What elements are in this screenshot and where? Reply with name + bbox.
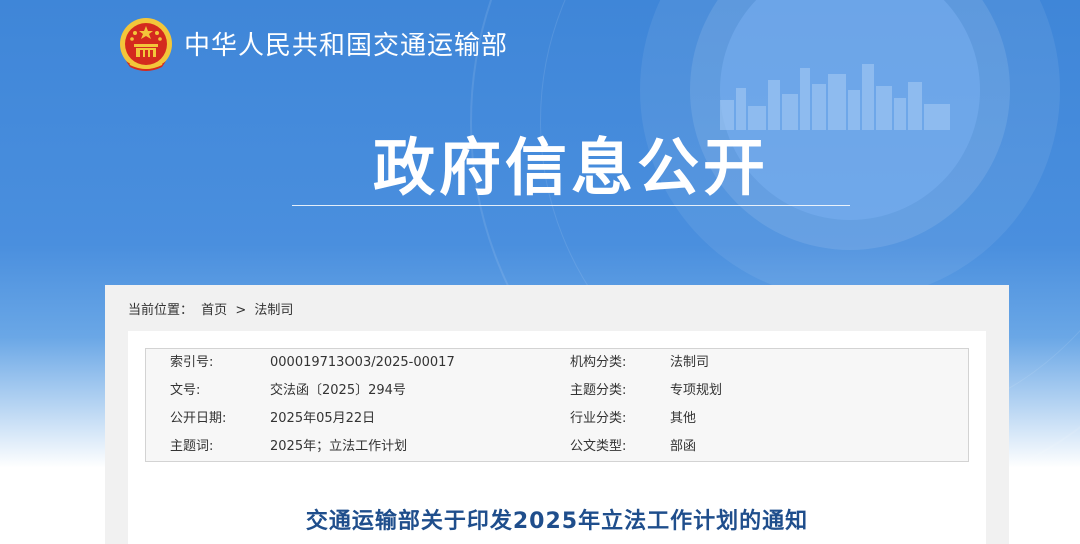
metadata-key: 文号:	[170, 383, 201, 398]
metadata-value: 其他	[670, 411, 697, 426]
breadcrumb-prefix: 当前位置：	[128, 303, 194, 318]
metadata-row: 文号: 交法函〔2025〕294号 主题分类: 专项规划	[146, 377, 968, 405]
article-panel: 索引号: 000019713O03/2025-00017 机构分类: 法制司 文…	[128, 331, 986, 544]
metadata-row: 公开日期: 2025年05月22日 行业分类: 其他	[146, 405, 968, 433]
metadata-value: 法制司	[670, 355, 710, 370]
city-skyline-graphic	[720, 64, 950, 130]
metadata-value: 专项规划	[670, 383, 723, 398]
metadata-table: 索引号: 000019713O03/2025-00017 机构分类: 法制司 文…	[145, 348, 969, 462]
metadata-key: 公文类型:	[570, 439, 627, 454]
metadata-value: 2025年05月22日	[270, 411, 376, 426]
metadata-value: 部函	[670, 439, 697, 454]
title-divider	[292, 205, 850, 206]
metadata-key: 主题词:	[170, 439, 214, 454]
national-emblem-icon	[120, 18, 172, 71]
metadata-key: 行业分类:	[570, 411, 627, 426]
org-name[interactable]: 中华人民共和国交通运输部	[184, 26, 508, 66]
metadata-key: 索引号:	[170, 355, 214, 370]
document-title: 交通运输部关于印发2025年立法工作计划的通知	[305, 509, 809, 534]
breadcrumb-current-link[interactable]: 法制司	[254, 303, 293, 318]
metadata-value: 2025年；立法工作计划	[270, 439, 408, 454]
metadata-row: 主题词: 2025年；立法工作计划 公文类型: 部函	[146, 433, 968, 461]
metadata-key: 机构分类:	[570, 355, 627, 370]
breadcrumb-home-link[interactable]: 首页	[201, 303, 227, 318]
metadata-row: 索引号: 000019713O03/2025-00017 机构分类: 法制司	[146, 349, 968, 377]
breadcrumb: 当前位置： 首页 > 法制司	[128, 299, 297, 318]
metadata-key: 公开日期:	[170, 411, 227, 426]
metadata-value: 000019713O03/2025-00017	[270, 355, 455, 370]
metadata-value: 交法函〔2025〕294号	[270, 383, 406, 398]
metadata-key: 主题分类:	[570, 383, 627, 398]
content-card: 当前位置： 首页 > 法制司 索引号: 000019713O03/2025-00…	[105, 285, 1009, 544]
page-title: 政府信息公开	[372, 131, 769, 204]
breadcrumb-separator: >	[235, 303, 247, 318]
